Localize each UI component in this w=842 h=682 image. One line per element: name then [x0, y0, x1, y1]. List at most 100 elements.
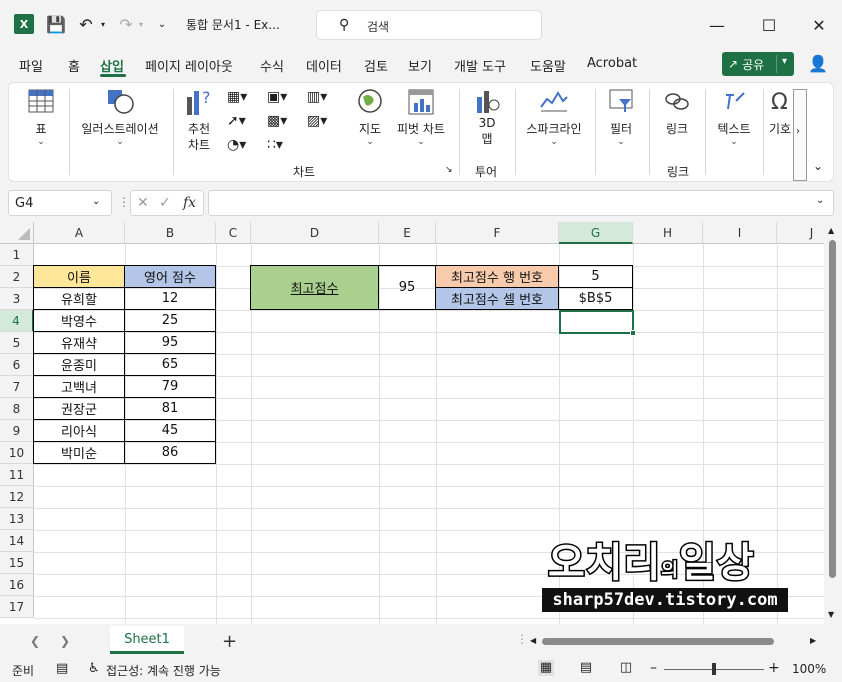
row-header[interactable]: 13: [0, 508, 34, 530]
tab-page-layout[interactable]: 페이지 레이아웃: [145, 56, 233, 75]
student-name-cell[interactable]: 유재샥: [33, 331, 125, 354]
tab-file[interactable]: 파일: [19, 56, 43, 75]
row-header[interactable]: 10: [0, 442, 34, 464]
pivot-chart-button[interactable]: 피벗 차트 ⌄: [393, 87, 449, 147]
student-score-cell[interactable]: 86: [124, 441, 216, 464]
page-layout-view-icon[interactable]: ▤: [578, 660, 594, 676]
student-name-cell[interactable]: 리아식: [33, 419, 125, 442]
waterfall-chart-icon[interactable]: ▥▾: [307, 89, 327, 105]
macro-record-icon[interactable]: ▤: [56, 661, 68, 676]
cell-address-label-cell[interactable]: 최고점수 셀 번호: [435, 287, 559, 310]
statistic-chart-icon[interactable]: ▩▾: [267, 113, 287, 129]
column-header[interactable]: B: [125, 222, 216, 244]
expand-formula-bar-icon[interactable]: ⌄: [816, 195, 824, 206]
cell-address-value-cell[interactable]: $B$5: [558, 287, 633, 310]
tab-home[interactable]: 홈: [68, 56, 80, 75]
save-icon[interactable]: 💾: [46, 14, 66, 34]
row-header[interactable]: 17: [0, 596, 34, 618]
student-score-cell[interactable]: 25: [124, 309, 216, 332]
column-header[interactable]: I: [703, 222, 777, 244]
line-chart-icon[interactable]: ➚▾: [227, 113, 246, 129]
minimize-button[interactable]: —: [702, 10, 732, 40]
student-name-cell[interactable]: 고백녀: [33, 375, 125, 398]
sheet-tab-active[interactable]: Sheet1: [110, 626, 184, 654]
column-header[interactable]: C: [216, 222, 251, 244]
ribbon-scroll-button[interactable]: ›: [793, 89, 807, 181]
symbols-button[interactable]: Ω 기호: [769, 87, 793, 137]
share-button[interactable]: ↗ 공유 ▾: [722, 52, 794, 76]
maps-button[interactable]: 지도 ⌄: [353, 87, 387, 147]
max-score-label-cell[interactable]: 최고점수: [250, 265, 379, 310]
tab-help[interactable]: 도움말: [530, 56, 566, 75]
search-input[interactable]: ⚲ 검색: [316, 10, 542, 40]
column-header[interactable]: D: [251, 222, 379, 244]
undo-dropdown-icon[interactable]: ▾: [98, 14, 108, 34]
undo-icon[interactable]: ↶: [76, 14, 96, 34]
tab-split-handle-icon[interactable]: ⋮: [516, 632, 528, 646]
tab-developer[interactable]: 개발 도구: [454, 56, 506, 75]
link-button[interactable]: 링크: [659, 87, 695, 137]
row-number-value-cell[interactable]: 5: [558, 265, 633, 288]
scroll-right-icon[interactable]: ▶: [810, 636, 816, 645]
hierarchy-chart-icon[interactable]: ▣▾: [267, 89, 287, 105]
tab-acrobat[interactable]: Acrobat: [587, 56, 637, 71]
student-name-cell[interactable]: 유희할: [33, 287, 125, 310]
enter-icon[interactable]: ✓: [159, 195, 171, 211]
maximize-button[interactable]: ☐: [754, 10, 784, 40]
illustrations-button[interactable]: 일러스트레이션 ⌄: [75, 87, 165, 147]
tab-insert[interactable]: 삽입: [100, 56, 124, 75]
student-score-cell[interactable]: 65: [124, 353, 216, 376]
zoom-level[interactable]: 100%: [792, 662, 826, 676]
normal-view-icon[interactable]: ▦: [538, 660, 554, 676]
student-score-cell[interactable]: 81: [124, 397, 216, 420]
page-break-view-icon[interactable]: ◫: [618, 660, 634, 676]
student-score-cell[interactable]: 12: [124, 287, 216, 310]
tab-formulas[interactable]: 수식: [260, 56, 284, 75]
column-header[interactable]: A: [34, 222, 125, 244]
scroll-down-icon[interactable]: ▼: [828, 610, 834, 619]
row-header[interactable]: 9: [0, 420, 34, 442]
row-header[interactable]: 16: [0, 574, 34, 596]
formula-input[interactable]: [208, 190, 834, 216]
cancel-icon[interactable]: ✕: [137, 195, 149, 211]
scroll-up-icon[interactable]: ▲: [828, 226, 834, 235]
formula-bar-handle-icon[interactable]: ⋮: [118, 195, 130, 209]
student-name-cell[interactable]: 권장군: [33, 397, 125, 420]
row-header[interactable]: 15: [0, 552, 34, 574]
share-dropdown-icon[interactable]: ▾: [782, 56, 787, 67]
zoom-in-icon[interactable]: +: [768, 660, 780, 676]
column-header[interactable]: F: [436, 222, 559, 244]
column-header-selected[interactable]: G: [559, 222, 633, 244]
tab-view[interactable]: 보기: [408, 56, 432, 75]
scroll-left-icon[interactable]: ◀: [530, 636, 536, 645]
fill-handle[interactable]: [630, 330, 636, 336]
scatter-chart-icon[interactable]: ∷▾: [267, 137, 283, 153]
student-score-cell[interactable]: 79: [124, 375, 216, 398]
row-header[interactable]: 7: [0, 376, 34, 398]
horizontal-scroll-thumb[interactable]: [542, 638, 774, 645]
vertical-scrollbar[interactable]: ▲ ▼: [824, 222, 842, 624]
prev-sheet-icon[interactable]: ❮: [30, 634, 40, 648]
row-header[interactable]: 6: [0, 354, 34, 376]
table-header-score[interactable]: 영어 점수: [124, 265, 216, 288]
column-header[interactable]: H: [633, 222, 703, 244]
row-header[interactable]: 3: [0, 288, 34, 310]
chart-dialog-launcher-icon[interactable]: ↘: [445, 165, 453, 175]
tab-review[interactable]: 검토: [364, 56, 388, 75]
add-sheet-button[interactable]: +: [222, 631, 237, 652]
pie-chart-icon[interactable]: ◔▾: [227, 137, 246, 153]
student-name-cell[interactable]: 윤종미: [33, 353, 125, 376]
row-header[interactable]: 8: [0, 398, 34, 420]
customize-quick-access-icon[interactable]: ⌄: [156, 14, 168, 34]
text-button[interactable]: 텍스트 ⌄: [711, 87, 757, 147]
row-header[interactable]: 2: [0, 266, 34, 288]
sparklines-button[interactable]: 스파크라인 ⌄: [521, 87, 587, 147]
next-sheet-icon[interactable]: ❯: [60, 634, 70, 648]
vertical-scroll-thumb[interactable]: [829, 240, 836, 578]
row-header-selected[interactable]: 4: [0, 310, 34, 332]
active-cell[interactable]: [559, 310, 634, 334]
row-number-label-cell[interactable]: 최고점수 행 번호: [435, 265, 559, 288]
row-header[interactable]: 5: [0, 332, 34, 354]
table-header-name[interactable]: 이름: [33, 265, 125, 288]
combo-chart-icon[interactable]: ▨▾: [307, 113, 327, 129]
